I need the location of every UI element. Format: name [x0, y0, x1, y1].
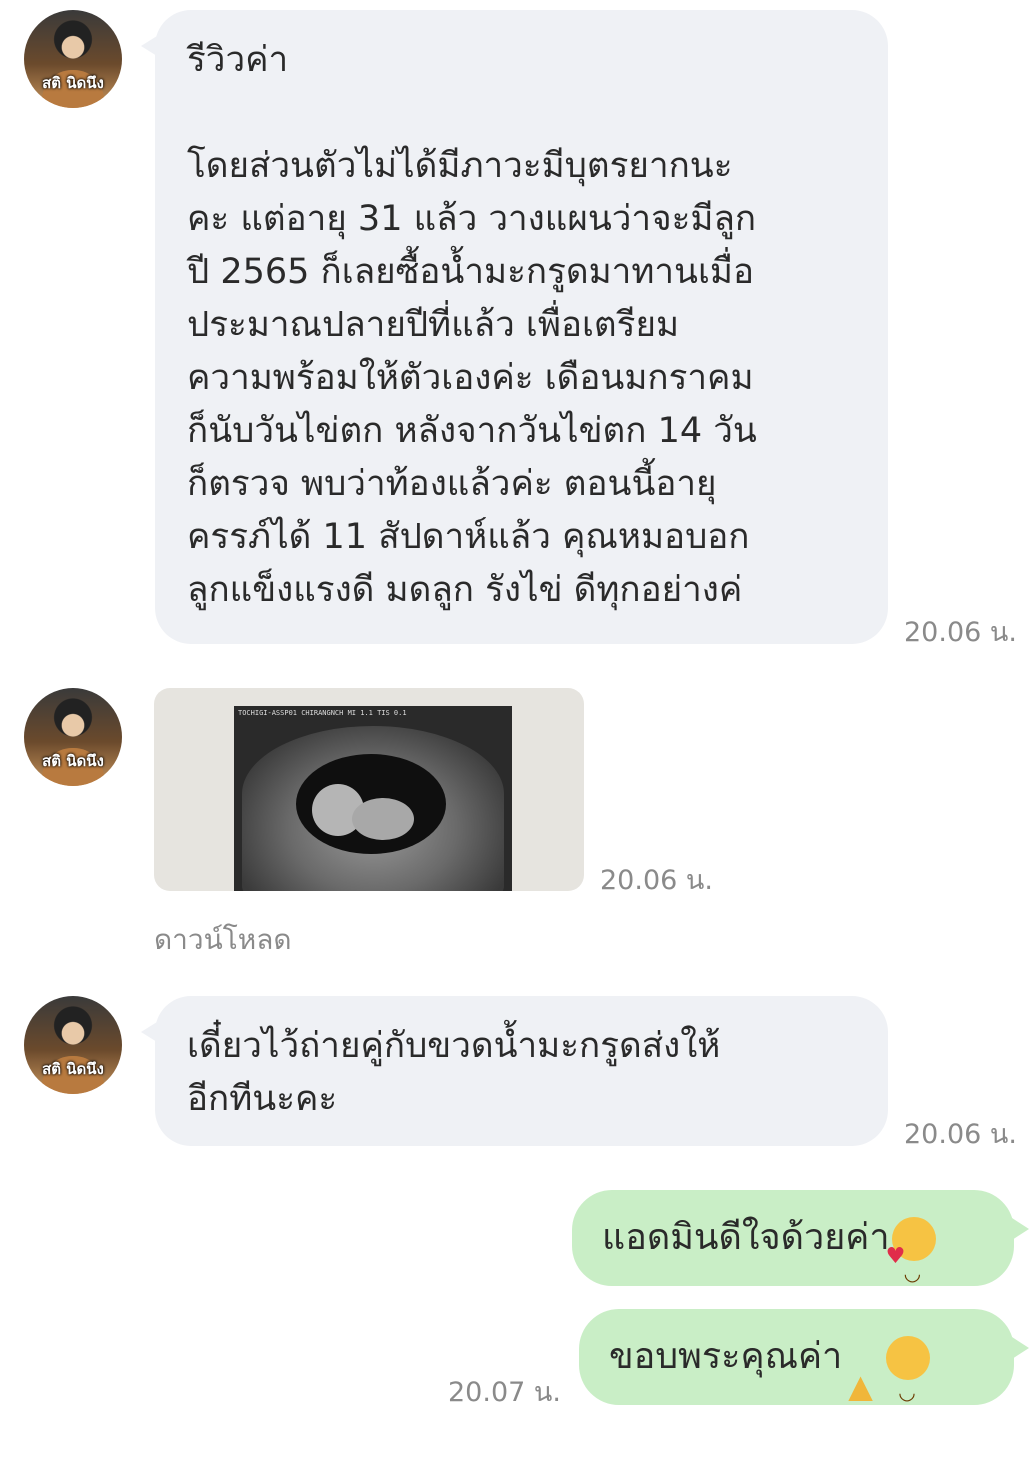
message-line: ความพร้อมให้ตัวเองค่ะ เดือนมกราคม [187, 358, 754, 398]
message-line: ครรภ์ได้ 11 สัปดาห์แล้ว คุณหมอบอก [187, 517, 750, 557]
contact-avatar[interactable]: สติ นิดนึง [24, 688, 122, 786]
ultrasound-image[interactable]: TOCHIGI-ASSP01 CHIRANGNCH MI 1.1 TIS 0.1 [154, 688, 584, 891]
smiling-face-icon [886, 1336, 931, 1440]
message-line: คะ แต่อายุ 31 แล้ว วางแผนว่าจะมีลูก [187, 199, 757, 239]
message-line: โดยส่วนตัวไม่ได้มีภาวะมีบุตรยากนะ [187, 146, 733, 186]
message-line: ก็นับวันไข่ตก หลังจากวันไข่ตก 14 วัน [187, 411, 757, 451]
message-timestamp: 20.07 น. [448, 1377, 561, 1408]
smiling-face-with-hearts-icon [886, 1209, 936, 1321]
outgoing-message-bubble[interactable]: แอดมินดีใจด้วยค่า [572, 1190, 1029, 1321]
avatar-name: สติ นิดนึง [42, 752, 104, 770]
contact-avatar[interactable]: สติ นิดนึง [24, 996, 122, 1094]
ultrasound-header-text: TOCHIGI-ASSP01 CHIRANGNCH MI 1.1 TIS 0.1 [238, 709, 407, 717]
incoming-message-bubble[interactable]: เดี๋ยวไว้ถ่ายคู่กับขวดน้ำมะกรูดส่งให้ อี… [141, 996, 888, 1146]
outgoing-message-text: ขอบพระคุณค่า [609, 1336, 843, 1377]
outgoing-message-text: แอดมินดีใจด้วยค่า [602, 1217, 890, 1258]
message-line: ปี 2565 ก็เลยซื้อน้ำมะกรูดมาทานเมื่อ [187, 252, 755, 292]
message-line: อีกทีนะคะ [187, 1079, 338, 1119]
incoming-message-bubble[interactable]: รีวิวค่า โดยส่วนตัวไม่ได้มีภาวะมีบุตรยาก… [141, 10, 888, 644]
outgoing-message-bubble[interactable]: ขอบพระคุณค่า [579, 1309, 1029, 1440]
ultrasound-scan: TOCHIGI-ASSP01 CHIRANGNCH MI 1.1 TIS 0.1 [234, 706, 512, 891]
message-line: เดี๋ยวไว้ถ่ายคู่กับขวดน้ำมะกรูดส่งให้ [187, 1026, 721, 1066]
fetus-body [352, 798, 414, 840]
folded-hands-icon [844, 1336, 884, 1434]
avatar-name: สติ นิดนึง [42, 74, 104, 92]
avatar-name: สติ นิดนึง [42, 1060, 104, 1078]
message-timestamp: 20.06 น. [600, 865, 713, 896]
message-line: รีวิวค่า [187, 40, 289, 80]
message-line: ลูกแข็งแรงดี มดลูก รังไข่ ดีทุกอย่างค่ [187, 570, 743, 610]
message-timestamp: 20.06 น. [904, 617, 1017, 648]
contact-avatar[interactable]: สติ นิดนึง [24, 10, 122, 108]
download-link[interactable]: ดาวน์โหลด [154, 918, 292, 962]
message-timestamp: 20.06 น. [904, 1119, 1017, 1150]
message-line: ประมาณปลายปีที่แล้ว เพื่อเตรียม [187, 305, 680, 345]
message-line: ก็ตรวจ พบว่าท้องแล้วค่ะ ตอนนี้อายุ [187, 464, 717, 504]
